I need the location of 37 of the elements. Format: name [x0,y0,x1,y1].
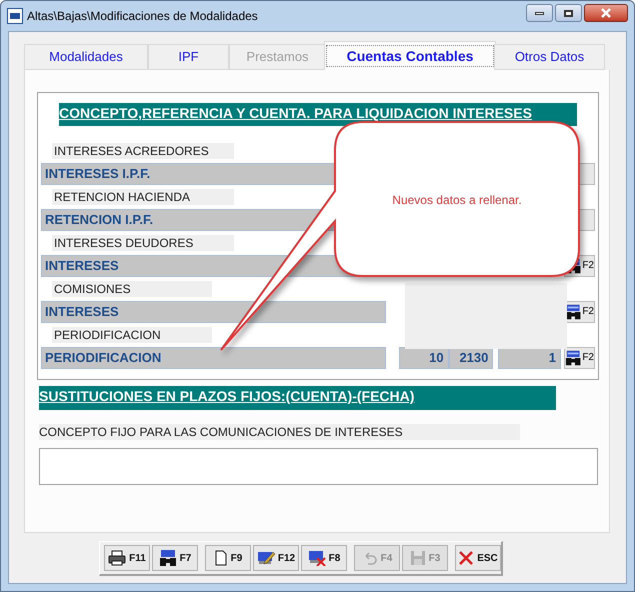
toolbar-button[interactable]: F7 [152,545,198,571]
close-button[interactable] [584,4,628,22]
lookup-button[interactable]: F2 [564,346,595,368]
section-header: CONCEPTO,REFERENCIA Y CUENTA. PARA LIQUIDACION INTERESES [59,103,577,126]
window-title: Altas\Bajas\Modificaciones de Modalidades [27,8,258,25]
toolbar-button[interactable]: F8 [301,545,347,571]
pencil-icon [256,550,275,566]
section-header: SUSTITUCIONES EN PLAZOS FIJOS:(CUENTA)-(FECHA) [39,386,556,410]
binoculars-icon [158,550,177,566]
floppy-icon [410,550,426,566]
lookup-button[interactable]: F2 [564,300,595,322]
app-icon [7,8,23,24]
tab[interactable]: Otros Datos [494,44,605,70]
field-label: RETENCION HACIENDA [52,188,234,204]
binoculars-icon [565,350,582,366]
tab[interactable]: Modalidades [24,44,148,70]
delete-icon [308,550,326,566]
toolbar-button[interactable]: F12 [253,545,299,571]
field-label: INTERESES DEUDORES [52,234,234,250]
toolbar-button[interactable]: F11 [104,545,150,571]
callout-text: Nuevos datos a rellenar. [391,192,523,209]
toolbar-button[interactable]: ESC [455,545,501,571]
close-icon [600,8,612,18]
close-icon [458,550,474,566]
tab[interactable]: Cuentas Contables [324,41,496,70]
toolbar-button[interactable]: F9 [205,545,251,571]
minimize-button[interactable] [526,4,553,22]
printer-icon [108,550,126,566]
maximize-button[interactable] [555,4,582,22]
account-field[interactable]: INTERESES [41,300,386,322]
field-label: COMISIONES [52,280,212,296]
field-label: INTERESES ACREEDORES [52,142,234,158]
page-icon [214,550,228,566]
account-field[interactable]: PERIODIFICACION [41,346,386,368]
field-label: PERIODIFICACION [52,326,212,342]
field-label: CONCEPTO FIJO PARA LAS COMUNICACIONES DE INTERESES [39,424,520,440]
tab[interactable]: IPF [148,44,229,70]
